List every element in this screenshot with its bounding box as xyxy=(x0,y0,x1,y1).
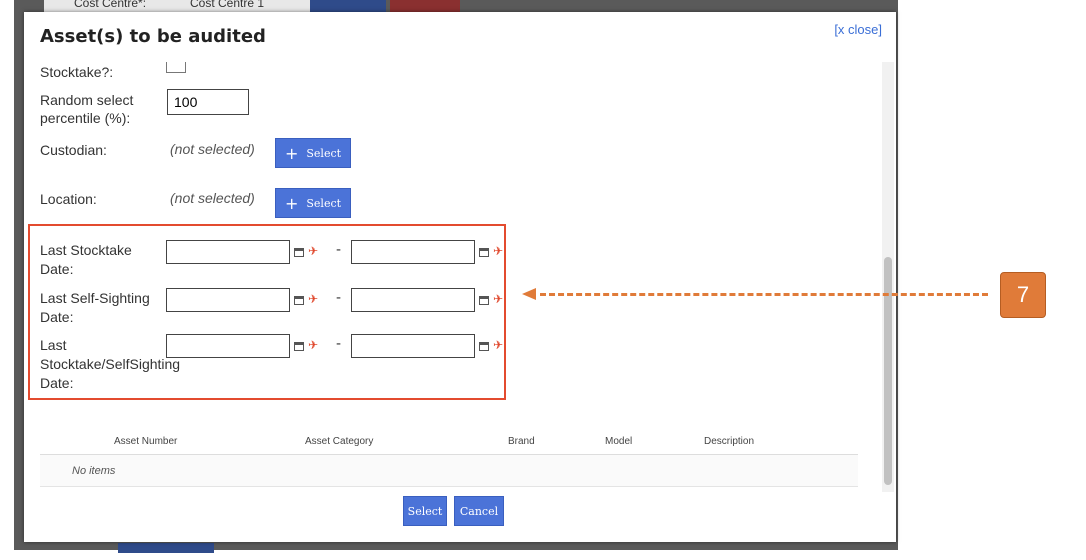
clear-date-icon[interactable]: ✈ xyxy=(493,292,503,306)
last-combined-date-to-input[interactable] xyxy=(351,334,475,358)
audit-modal: Asset(s) to be audited [x close] Stockta… xyxy=(24,12,896,542)
column-header-model[interactable]: Model xyxy=(605,436,632,447)
random-select-label-line1: Random select xyxy=(40,92,134,108)
modal-title: Asset(s) to be audited xyxy=(40,26,266,47)
location-label: Location: xyxy=(40,191,97,207)
column-header-description[interactable]: Description xyxy=(704,436,754,447)
scrollbar-thumb[interactable] xyxy=(884,257,892,485)
range-separator: - xyxy=(336,290,342,306)
modal-scrollbar[interactable] xyxy=(882,62,894,492)
last-self-sighting-date-from-input[interactable] xyxy=(166,288,290,312)
callout-arrow-head xyxy=(522,288,536,300)
clear-date-icon[interactable]: ✈ xyxy=(308,292,318,306)
calendar-icon[interactable] xyxy=(479,342,489,351)
column-header-brand[interactable]: Brand xyxy=(508,436,535,447)
stocktake-label: Stocktake?: xyxy=(40,64,114,80)
column-header-asset-category[interactable]: Asset Category xyxy=(305,436,373,447)
background-cost-centre-label: Cost Centre*: xyxy=(74,0,147,10)
location-select-button-label: Select xyxy=(306,196,342,210)
location-select-button[interactable]: + Select xyxy=(275,188,351,218)
last-combined-date-from-input[interactable] xyxy=(166,334,290,358)
custodian-select-button-label: Select xyxy=(306,146,342,160)
custodian-select-button[interactable]: + Select xyxy=(275,138,351,168)
range-separator: - xyxy=(336,336,342,352)
callout-arrow-line xyxy=(540,293,988,296)
calendar-icon[interactable] xyxy=(294,342,304,351)
table-row: No items xyxy=(40,455,858,487)
background-button-blue xyxy=(310,0,386,12)
last-self-sighting-date-label-line2: Date: xyxy=(40,309,74,325)
cancel-button[interactable]: Cancel xyxy=(454,496,504,526)
last-combined-date-label-line2: Stocktake/SelfSighting xyxy=(40,356,181,372)
random-select-label-line2: percentile (%): xyxy=(40,110,131,126)
last-combined-date-label-line3: Date: xyxy=(40,375,74,391)
last-stocktake-date-label-line1: Last Stocktake xyxy=(40,242,132,258)
last-combined-date-label-line1: Last xyxy=(40,337,67,353)
calendar-icon[interactable] xyxy=(294,296,304,305)
calendar-icon[interactable] xyxy=(294,248,304,257)
last-self-sighting-date-to-input[interactable] xyxy=(351,288,475,312)
background-field-strip: Cost Centre*: Cost Centre 1 xyxy=(44,0,324,12)
range-separator: - xyxy=(336,242,342,258)
clear-date-icon[interactable]: ✈ xyxy=(308,244,318,258)
last-stocktake-date-label-line2: Date: xyxy=(40,261,74,277)
custodian-value: (not selected) xyxy=(170,141,255,157)
close-link[interactable]: [x close] xyxy=(834,22,882,37)
column-header-asset-number[interactable]: Asset Number xyxy=(114,436,177,447)
location-value: (not selected) xyxy=(170,190,255,206)
random-select-percentile-input[interactable]: 100 xyxy=(167,89,249,115)
step-callout-badge: 7 xyxy=(1000,272,1046,318)
clear-date-icon[interactable]: ✈ xyxy=(493,244,503,258)
background-bottom-button xyxy=(118,543,214,553)
empty-table-message: No items xyxy=(72,465,116,477)
last-stocktake-date-from-input[interactable] xyxy=(166,240,290,264)
background-button-red xyxy=(390,0,460,12)
custodian-label: Custodian: xyxy=(40,142,107,158)
plus-icon: + xyxy=(284,143,299,163)
background-cost-centre-value: Cost Centre 1 xyxy=(190,0,265,10)
clear-date-icon[interactable]: ✈ xyxy=(493,338,503,352)
stocktake-checkbox[interactable] xyxy=(166,62,186,73)
calendar-icon[interactable] xyxy=(479,296,489,305)
clear-date-icon[interactable]: ✈ xyxy=(308,338,318,352)
plus-icon: + xyxy=(284,193,299,213)
calendar-icon[interactable] xyxy=(479,248,489,257)
select-button[interactable]: Select xyxy=(403,496,447,526)
last-stocktake-date-to-input[interactable] xyxy=(351,240,475,264)
last-self-sighting-date-label-line1: Last Self-Sighting xyxy=(40,290,150,306)
